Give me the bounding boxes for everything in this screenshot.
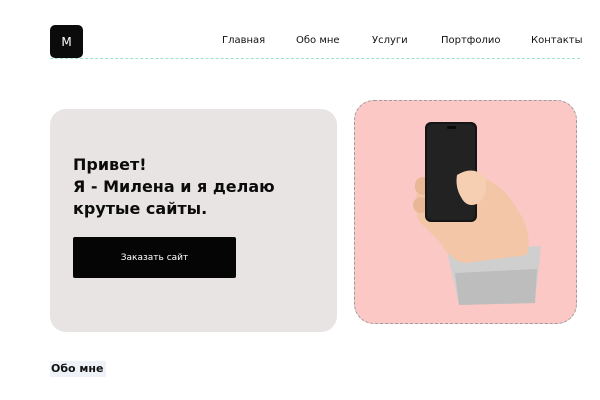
nav-item-home[interactable]: Главная <box>222 35 265 46</box>
hero-image-card <box>354 100 577 324</box>
site-header: M Главная Обо мне Услуги Портфолио Конта… <box>0 0 600 62</box>
header-divider <box>50 58 580 59</box>
hero-title-line: Я - Милена и я делаю <box>73 177 275 196</box>
nav-item-about[interactable]: Обо мне <box>296 35 340 46</box>
nav-item-contacts[interactable]: Контакты <box>531 35 582 46</box>
hero-title: Привет! Я - Милена и я делаю крутые сайт… <box>73 154 323 220</box>
about-section-title: Обо мне <box>50 361 107 377</box>
main-nav: Главная Обо мне Услуги Портфолио Контакт… <box>0 35 600 49</box>
hero-title-line: Привет! <box>73 155 147 174</box>
hero-card: Привет! Я - Милена и я делаю крутые сайт… <box>50 109 337 332</box>
hero-title-line: крутые сайты. <box>73 199 208 218</box>
nav-item-services[interactable]: Услуги <box>372 35 408 46</box>
order-site-button[interactable]: Заказать сайт <box>73 237 236 278</box>
nav-item-portfolio[interactable]: Портфолио <box>441 35 501 46</box>
hand-holding-phone-icon <box>413 122 541 305</box>
